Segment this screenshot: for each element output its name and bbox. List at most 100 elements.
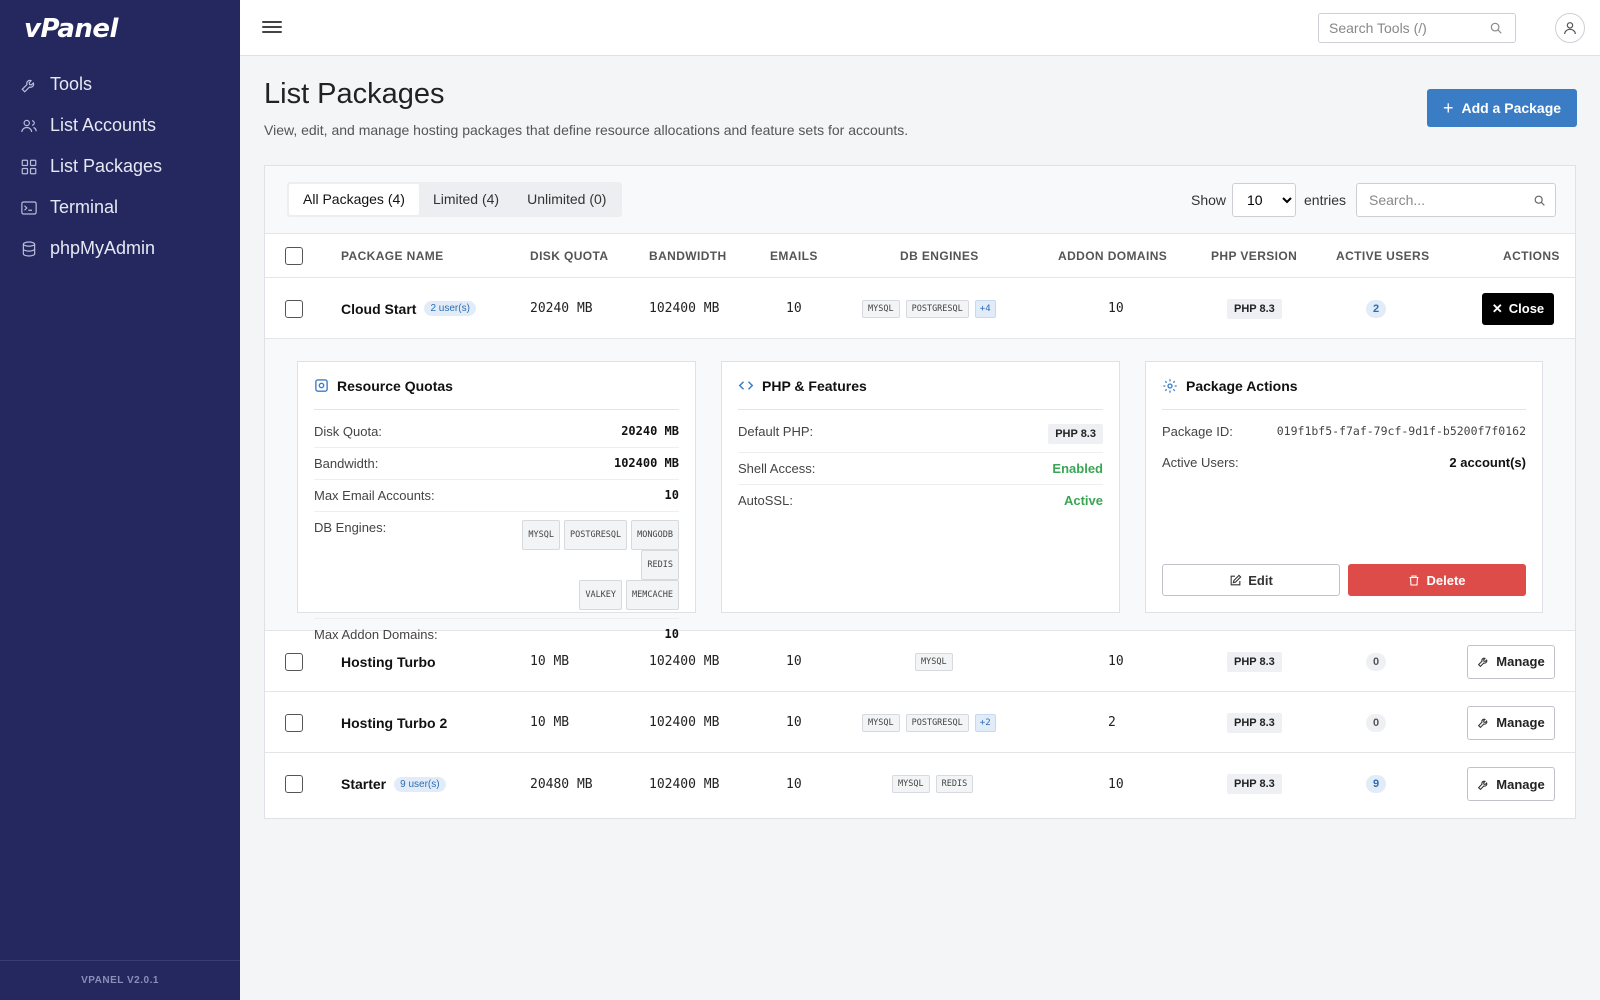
row-checkbox[interactable] bbox=[285, 713, 303, 732]
wrench-icon bbox=[1478, 657, 1488, 668]
add-package-button[interactable]: + Add a Package bbox=[1427, 89, 1577, 127]
php-badge: PHP 8.3 bbox=[1227, 774, 1282, 794]
search-icon bbox=[1534, 195, 1545, 206]
db-engines: MYSQL REDIS bbox=[892, 754, 979, 814]
grid-icon bbox=[21, 159, 37, 174]
vpanel-logo[interactable]: vPanel bbox=[24, 14, 118, 44]
db-engines: MYSQL POSTGRESQL +2 bbox=[862, 693, 996, 752]
row-checkbox[interactable] bbox=[285, 775, 303, 793]
detail-label: Shell Access: bbox=[738, 461, 816, 476]
php-badge: PHP 8.3 bbox=[1227, 651, 1282, 672]
package-name[interactable]: Cloud Start bbox=[341, 301, 416, 317]
column-header[interactable]: BANDWIDTH bbox=[649, 234, 727, 277]
select-all-checkbox[interactable] bbox=[285, 246, 303, 265]
row-checkbox[interactable] bbox=[285, 299, 303, 318]
sidebar-item-phpmyadmin[interactable]: phpMyAdmin bbox=[0, 228, 240, 269]
tab-all-packages[interactable]: All Packages (4) bbox=[289, 184, 419, 215]
active-users-badge: 0 bbox=[1366, 652, 1386, 671]
column-header[interactable]: ACTIVE USERS bbox=[1336, 234, 1429, 277]
table-row[interactable]: Starter 9 user(s) 20480 MB 102400 MB 10 M… bbox=[265, 754, 1575, 814]
db-chip: VALKEY bbox=[579, 580, 623, 610]
entries-label: entries bbox=[1304, 192, 1347, 208]
php-features-card: PHP & Features Default PHP: PHP 8.3 Shell… bbox=[721, 361, 1120, 613]
table-toolbar: All Packages (4) Limited (4) Unlimited (… bbox=[265, 166, 1575, 234]
delete-button[interactable]: Delete bbox=[1348, 564, 1526, 596]
column-header[interactable]: PACKAGE NAME bbox=[341, 234, 444, 277]
table-search-input[interactable] bbox=[1356, 183, 1556, 217]
emails: 10 bbox=[786, 301, 802, 316]
db-chip: MYSQL bbox=[522, 520, 560, 550]
sidebar-item-list-accounts[interactable]: List Accounts bbox=[0, 105, 240, 146]
detail-label: DB Engines: bbox=[314, 520, 387, 535]
manage-button[interactable]: Manage bbox=[1467, 644, 1555, 679]
detail-label: Package ID: bbox=[1162, 424, 1233, 439]
php-badge: PHP 8.3 bbox=[1048, 424, 1103, 444]
bandwidth: 102400 MB bbox=[649, 776, 720, 792]
sidebar-item-tools[interactable]: Tools bbox=[0, 64, 240, 105]
addon-domains: 2 bbox=[1108, 715, 1116, 730]
column-header[interactable]: ADDON DOMAINS bbox=[1058, 234, 1167, 277]
db-chip: MONGODB bbox=[631, 520, 679, 550]
detail-label: Active Users: bbox=[1162, 455, 1239, 470]
db-chip: MYSQL bbox=[892, 775, 930, 793]
quota-icon bbox=[315, 379, 328, 392]
manage-label: Manage bbox=[1496, 654, 1545, 669]
column-header[interactable]: DB ENGINES bbox=[900, 234, 979, 277]
table-row[interactable]: Hosting Turbo 2 10 MB 102400 MB 10 MYSQL… bbox=[265, 693, 1575, 753]
db-chip: POSTGRESQL bbox=[563, 520, 628, 550]
detail-label: Bandwidth: bbox=[314, 456, 379, 471]
users-badge: 9 user(s) bbox=[394, 776, 446, 792]
tools-search-input[interactable] bbox=[1318, 13, 1516, 43]
column-header[interactable]: EMAILS bbox=[770, 234, 818, 277]
bandwidth: 102400 MB bbox=[649, 715, 720, 730]
resource-quotas-card: Resource Quotas Disk Quota: 20240 MB Band… bbox=[297, 361, 696, 642]
column-header[interactable]: PHP VERSION bbox=[1211, 234, 1297, 277]
package-name[interactable]: Hosting Turbo 2 bbox=[341, 715, 447, 731]
version-label: VPANEL V2.0.1 bbox=[0, 960, 240, 1000]
page-title: List Packages bbox=[264, 78, 445, 110]
detail-label: Default PHP: bbox=[738, 424, 814, 439]
edit-icon bbox=[1230, 574, 1242, 585]
sidebar-item-label: Tools bbox=[50, 74, 93, 94]
search-icon bbox=[1490, 22, 1502, 34]
bandwidth: 102400 MB bbox=[649, 301, 720, 316]
filter-tabs: All Packages (4) Limited (4) Unlimited (… bbox=[287, 182, 623, 217]
row-checkbox[interactable] bbox=[285, 652, 303, 671]
autossl-status: Active bbox=[1063, 493, 1103, 508]
database-icon bbox=[22, 240, 36, 257]
user-menu-button[interactable] bbox=[1555, 13, 1585, 43]
edit-button[interactable]: Edit bbox=[1162, 564, 1340, 596]
wrench-icon bbox=[1478, 780, 1488, 790]
tab-unlimited[interactable]: Unlimited (0) bbox=[513, 184, 620, 215]
users-badge: 2 user(s) bbox=[424, 301, 476, 316]
entries-select[interactable]: 10 bbox=[1232, 183, 1296, 217]
disk-quota: 20480 MB bbox=[530, 776, 593, 792]
db-chip: MYSQL bbox=[862, 713, 900, 732]
package-id: 019f1bf5-f7af-79cf-9d1f-b5200f7f0162 bbox=[1276, 424, 1526, 438]
package-name[interactable]: Starter bbox=[341, 776, 386, 792]
sidebar-item-label: List Accounts bbox=[50, 115, 157, 135]
wrench-icon bbox=[1478, 718, 1488, 729]
user-icon bbox=[1564, 22, 1576, 35]
plus-icon: + bbox=[1442, 97, 1454, 118]
card-title: Package Actions bbox=[1186, 377, 1298, 394]
users-icon bbox=[21, 119, 37, 132]
manage-button[interactable]: Manage bbox=[1467, 705, 1555, 740]
table-row[interactable]: Hosting Turbo 10 MB 102400 MB 10 MYSQL 1… bbox=[265, 632, 1575, 692]
sidebar-item-list-packages[interactable]: List Packages bbox=[0, 146, 240, 187]
sidebar-item-label: Terminal bbox=[50, 197, 119, 217]
close-button[interactable]: ✕ Close bbox=[1482, 292, 1554, 325]
column-header[interactable]: DISK QUOTA bbox=[530, 234, 608, 277]
php-badge: PHP 8.3 bbox=[1227, 712, 1282, 733]
db-more-badge[interactable]: +4 bbox=[974, 299, 996, 318]
tab-limited[interactable]: Limited (4) bbox=[419, 184, 513, 215]
manage-button[interactable]: Manage bbox=[1467, 767, 1555, 801]
sidebar-item-terminal[interactable]: Terminal bbox=[0, 187, 240, 228]
detail-value: 102400 MB bbox=[613, 456, 679, 470]
menu-toggle-icon[interactable] bbox=[262, 18, 282, 38]
package-name[interactable]: Hosting Turbo bbox=[341, 654, 436, 670]
sidebar-item-label: List Packages bbox=[50, 156, 163, 176]
db-more-badge[interactable]: +2 bbox=[974, 713, 996, 732]
table-row[interactable]: Cloud Start 2 user(s) 20240 MB 102400 MB … bbox=[265, 279, 1575, 339]
bandwidth: 102400 MB bbox=[649, 654, 720, 669]
